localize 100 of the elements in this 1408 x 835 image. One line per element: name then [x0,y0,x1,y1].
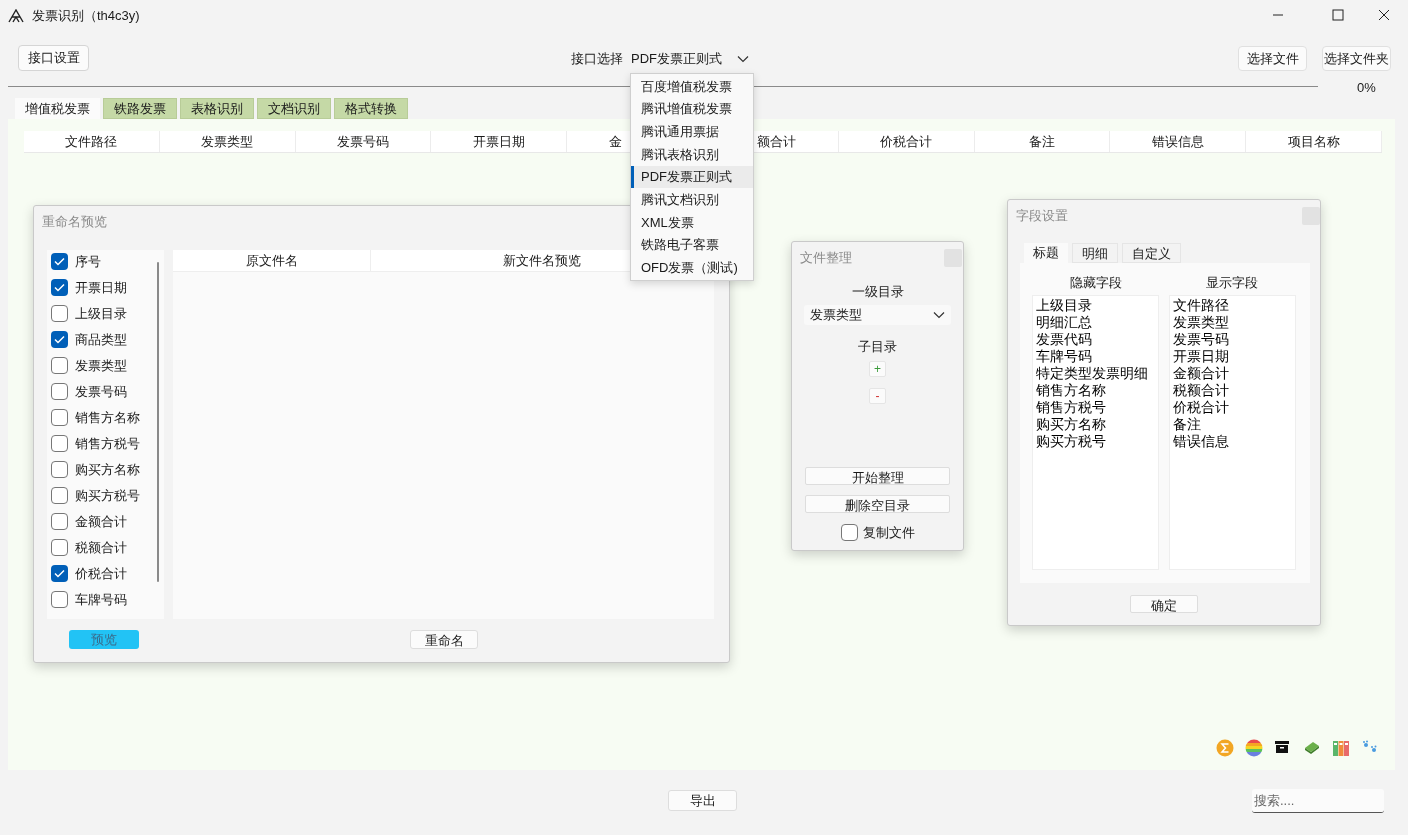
list-item[interactable]: 发票代码 [1036,331,1158,348]
book-icon[interactable] [1303,739,1321,755]
checkbox-label: 开票日期 [75,278,127,297]
checkbox-label: 购买方税号 [75,486,140,505]
search-field[interactable]: 搜索.... [1252,789,1384,813]
checkbox[interactable] [51,435,68,452]
checkmark-icon [54,335,65,344]
api-label: 接口选择 [571,50,623,68]
tab[interactable]: 格式转换 [334,98,408,119]
list-item[interactable]: 购买方名称 [1036,416,1158,433]
checkbox-label: 税额合计 [75,538,127,557]
list-item[interactable]: 销售方名称 [1036,382,1158,399]
dropdown-option[interactable]: 腾讯通用票据 [631,120,753,143]
list-item[interactable]: 备注 [1173,416,1295,433]
list-item[interactable]: 销售方税号 [1036,399,1158,416]
tab[interactable]: 增值税发票 [15,98,100,119]
checkbox[interactable] [51,591,68,608]
category-select[interactable]: 发票类型 [804,305,951,325]
tab[interactable]: 明细 [1072,243,1118,263]
list-item[interactable]: 发票号码 [1173,331,1295,348]
dropdown-option[interactable]: PDF发票正则式 [631,165,753,189]
list-item[interactable]: 上级目录 [1036,297,1158,314]
list-item[interactable]: 车牌号码 [1036,348,1158,365]
column-header: 错误信息 [1151,132,1204,151]
checkmark-icon [54,569,65,578]
list-item[interactable]: 税额合计 [1173,382,1295,399]
progress-reading: 0% [1357,79,1376,97]
checkbox-label: 发票号码 [75,382,127,401]
add-button[interactable]: + [869,361,886,377]
checkbox[interactable] [51,461,68,478]
dropdown-option[interactable]: 铁路电子客票 [631,233,753,257]
file-button[interactable]: 选择文件 [1238,46,1307,71]
file-button[interactable]: 选择文件夹 [1322,46,1391,71]
dropdown-option[interactable]: XML发票 [631,211,753,234]
column-header: 开票日期 [472,132,525,151]
checkbox[interactable] [51,539,68,556]
paw-prints-icon[interactable] [1361,739,1379,755]
select-value: 发票类型 [810,306,862,325]
tab[interactable]: 文档识别 [257,98,331,119]
checkbox-label: 复制文件 [863,524,915,542]
list-item[interactable]: 文件路径 [1173,297,1295,314]
dropdown-option[interactable]: 百度增值税发票 [631,75,753,98]
export-button[interactable]: 导出 [668,790,737,811]
chevron-down-icon [933,311,945,319]
list-item[interactable]: 特定类型发票明细 [1036,365,1158,382]
panel-title: 文件整理 [800,249,852,267]
column-header: 新文件名预览 [503,251,581,270]
checkbox-label: 上级目录 [75,304,127,323]
list-item[interactable]: 开票日期 [1173,348,1295,365]
checkbox[interactable] [51,383,68,400]
binders-icon[interactable] [1332,739,1350,757]
checkbox-label: 金额合计 [75,512,127,531]
checkbox[interactable] [841,524,858,542]
dropdown-option[interactable]: 腾讯文档识别 [631,188,753,212]
list-item[interactable]: 错误信息 [1173,433,1295,450]
close-icon[interactable] [1378,9,1390,21]
list-item[interactable]: 金额合计 [1173,365,1295,382]
column-header: 发票类型 [201,132,254,151]
settings-button[interactable]: 接口设置 [18,45,89,71]
checkbox[interactable] [51,253,68,270]
tab[interactable]: 自定义 [1122,243,1181,263]
checkbox[interactable] [51,357,68,374]
checkbox-label: 发票类型 [75,356,127,375]
rename-button[interactable]: 重命名 [410,630,478,649]
dropdown-option[interactable]: OFD发票（测试) [631,256,753,280]
remove-button[interactable]: - [869,388,886,404]
column-header: 项目名称 [1287,132,1340,151]
checkbox[interactable] [51,279,68,296]
rainbow-ball-icon[interactable] [1245,739,1263,757]
checkbox[interactable] [51,565,68,582]
column-header: 文件路径 [65,132,118,151]
list-item[interactable]: 价税合计 [1173,399,1295,416]
checkbox[interactable] [51,305,68,322]
checkbox-label: 价税合计 [75,564,127,583]
archive-box-icon[interactable] [1274,739,1290,755]
list-item[interactable]: 购买方税号 [1036,433,1158,450]
action-button[interactable]: 删除空目录 [805,495,950,513]
checkbox[interactable] [51,331,68,348]
section-label: 子目录 [858,338,897,356]
column-header: 原文件名 [245,251,298,270]
list-label: 隐藏字段 [1070,274,1122,292]
checkbox-label: 销售方税号 [75,434,140,453]
checkbox[interactable] [51,409,68,426]
tab[interactable]: 表格识别 [180,98,254,119]
dropdown-option[interactable]: 腾讯增值税发票 [631,97,753,121]
column-header: 发票号码 [337,132,389,151]
checkbox[interactable] [51,513,68,530]
tab[interactable]: 标题 [1024,243,1068,263]
checkmark-icon [54,257,65,266]
scrollbar-thumb[interactable] [157,262,159,582]
action-button[interactable]: 开始整理 [805,467,950,485]
checkbox-label: 销售方名称 [75,408,140,427]
dropdown-option[interactable]: 腾讯表格识别 [631,143,753,166]
maximize-icon[interactable] [1332,9,1344,21]
list-item[interactable]: 发票类型 [1173,314,1295,331]
tab[interactable]: 铁路发票 [103,98,177,119]
checkbox[interactable] [51,487,68,504]
list-item[interactable]: 明细汇总 [1036,314,1158,331]
column-header: 金 [608,132,622,151]
ok-button[interactable]: 确定 [1130,595,1198,613]
